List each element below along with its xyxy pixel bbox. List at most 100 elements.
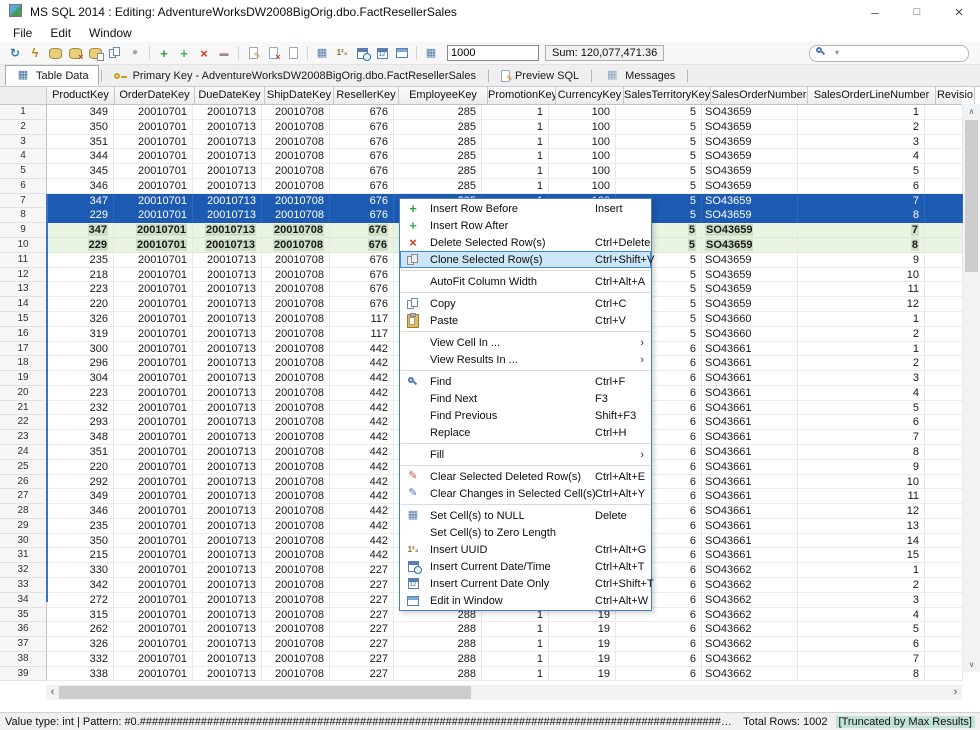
row-number[interactable]: 33	[0, 578, 47, 593]
cell[interactable]: 20010701	[114, 179, 193, 194]
cell[interactable]: 442	[330, 401, 394, 416]
cell[interactable]: 9	[798, 253, 925, 268]
menu-item-insert-row-after[interactable]: +Insert Row After	[400, 217, 651, 234]
cell[interactable]: SO43661	[702, 460, 798, 475]
cell[interactable]: 20010708	[262, 238, 330, 253]
cell[interactable]: 227	[330, 652, 394, 667]
cell[interactable]: 20010708	[262, 342, 330, 357]
cell[interactable]: 5	[616, 149, 702, 164]
set-null-button[interactable]: ▦	[312, 44, 332, 62]
cell[interactable]: 2	[798, 120, 925, 135]
cell[interactable]: 285	[394, 179, 482, 194]
row-number[interactable]: 32	[0, 563, 47, 578]
cell[interactable]: 288	[394, 652, 482, 667]
cell[interactable]: 20010708	[262, 504, 330, 519]
cell[interactable]: 1	[482, 120, 549, 135]
menu-item-clone-selected-row-s[interactable]: Clone Selected Row(s)Ctrl+Shift+V	[400, 251, 651, 268]
cell[interactable]: 20010713	[193, 519, 262, 534]
cell[interactable]	[925, 548, 963, 563]
cell[interactable]: 20010708	[262, 578, 330, 593]
cell[interactable]: 338	[47, 667, 114, 682]
cell[interactable]: 20010708	[262, 460, 330, 475]
cell[interactable]: 20010701	[114, 652, 193, 667]
cell[interactable]: SO43659	[702, 120, 798, 135]
scroll-left-icon[interactable]: ‹	[46, 685, 59, 700]
cell[interactable]: 235	[47, 253, 114, 268]
cell[interactable]: 7	[798, 652, 925, 667]
cell[interactable]: 100	[549, 120, 616, 135]
cell[interactable]: 20010713	[193, 120, 262, 135]
table-row[interactable]: 235020010701200107132001070867628511005S…	[0, 120, 962, 135]
cell[interactable]: 218	[47, 268, 114, 283]
cell[interactable]: 349	[47, 489, 114, 504]
cell[interactable]: 442	[330, 356, 394, 371]
row-number[interactable]: 22	[0, 415, 47, 430]
cell[interactable]	[925, 342, 963, 357]
cell[interactable]: 346	[47, 179, 114, 194]
connect-button[interactable]: ϟ	[25, 44, 45, 62]
cell[interactable]: 1	[798, 563, 925, 578]
row-number[interactable]: 18	[0, 356, 47, 371]
cell[interactable]: SO43661	[702, 548, 798, 563]
cell[interactable]: 227	[330, 593, 394, 608]
cell[interactable]	[925, 327, 963, 342]
row-number[interactable]: 19	[0, 371, 47, 386]
cell[interactable]: 12	[798, 504, 925, 519]
cell[interactable]: 285	[394, 149, 482, 164]
cell[interactable]: 20010713	[193, 637, 262, 652]
cell[interactable]: 5	[616, 164, 702, 179]
cell[interactable]: 20010713	[193, 401, 262, 416]
tab-preview-sql[interactable]: Preview SQL	[491, 65, 589, 86]
cell[interactable]: 6	[616, 652, 702, 667]
cell[interactable]: 235	[47, 519, 114, 534]
cell[interactable]: 442	[330, 548, 394, 563]
cell[interactable]: 326	[47, 637, 114, 652]
row-number[interactable]: 4	[0, 149, 47, 164]
menu-item-view-results-in[interactable]: View Results In ...›	[400, 351, 651, 368]
menu-item-view-cell-in[interactable]: View Cell In ...›	[400, 334, 651, 351]
cell[interactable]: 20010701	[114, 534, 193, 549]
cell[interactable]	[925, 282, 963, 297]
cell[interactable]: SO43661	[702, 475, 798, 490]
cell[interactable]: 285	[394, 120, 482, 135]
cell[interactable]: 20010713	[193, 194, 262, 209]
cell[interactable]: 20010701	[114, 548, 193, 563]
cell[interactable]: 20010708	[262, 253, 330, 268]
cell[interactable]: 20010713	[193, 622, 262, 637]
cell[interactable]: 20010708	[262, 667, 330, 682]
cell[interactable]: 229	[47, 208, 114, 223]
row-number[interactable]: 16	[0, 327, 47, 342]
cell[interactable]: 20010701	[114, 475, 193, 490]
cell[interactable]	[925, 135, 963, 150]
page-button[interactable]	[283, 44, 303, 62]
cell[interactable]: 20010701	[114, 460, 193, 475]
row-number[interactable]: 12	[0, 268, 47, 283]
cell[interactable]: 20010713	[193, 223, 262, 238]
cell[interactable]: 20010708	[262, 652, 330, 667]
cell[interactable]: 350	[47, 534, 114, 549]
row-number[interactable]: 13	[0, 282, 47, 297]
cell[interactable]	[925, 460, 963, 475]
cell[interactable]	[925, 371, 963, 386]
cell[interactable]: 5	[616, 179, 702, 194]
column-header-revisio[interactable]: Revisio	[936, 87, 975, 104]
delete-rows-button[interactable]: ×	[194, 44, 214, 62]
cell[interactable]: 20010708	[262, 534, 330, 549]
cell[interactable]: 8	[798, 208, 925, 223]
page-del-button[interactable]	[263, 44, 283, 62]
cell[interactable]: 344	[47, 149, 114, 164]
cell[interactable]	[925, 622, 963, 637]
cell[interactable]: 293	[47, 415, 114, 430]
cell[interactable]: 5	[616, 135, 702, 150]
menu-item-insert-row-before[interactable]: +Insert Row BeforeInsert	[400, 200, 651, 217]
cell[interactable]: 20010701	[114, 563, 193, 578]
cell[interactable]: 1	[482, 135, 549, 150]
cell[interactable]	[925, 504, 963, 519]
menu-item-find[interactable]: FindCtrl+F	[400, 373, 651, 390]
cell[interactable]: 20010713	[193, 268, 262, 283]
search-input[interactable]: ▾	[809, 45, 969, 62]
cell[interactable]: 288	[394, 667, 482, 682]
row-number[interactable]: 3	[0, 135, 47, 150]
cell[interactable]: 20010713	[193, 371, 262, 386]
tab-primary-key[interactable]: Primary Key - AdventureWorksDW2008BigOri…	[104, 65, 486, 86]
